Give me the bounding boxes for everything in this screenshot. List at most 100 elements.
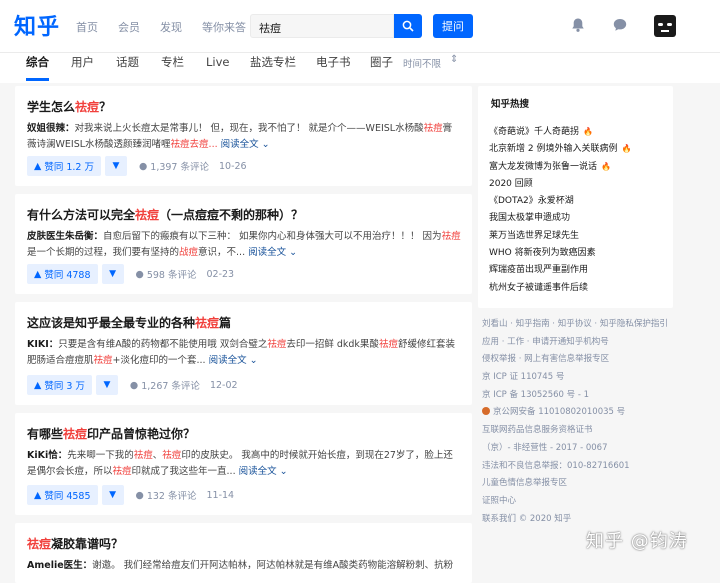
footer-links[interactable]: 刘看山 · 知乎指南 · 知乎协议 · 知乎隐私保护指引 — [482, 317, 682, 335]
read-more-link[interactable]: 阅读全文 ⌄ — [239, 466, 288, 477]
result-date: 10-26 — [219, 160, 247, 172]
result-title[interactable]: 学生怎么祛痘？ — [27, 98, 111, 115]
result-title[interactable]: 有哪些祛痘印产品曾惊艳过你？ — [27, 425, 195, 442]
result-date: 12-02 — [209, 379, 238, 391]
hot-search-item[interactable]: 富大龙发微博为张鲁一说话 🔥 — [489, 159, 631, 176]
read-more-link[interactable]: 阅读全文 ⌄ — [209, 355, 258, 366]
nav-home[interactable]: 首页 — [76, 19, 98, 35]
result-excerpt[interactable]: 皮肤医生朱岳衡：自愈后留下的瘢痕有以下三种： 如果你内心和身体强大可以不用治疗！… — [27, 229, 461, 260]
tab-live[interactable]: Live — [206, 53, 229, 83]
nav-vip[interactable]: 会员 — [118, 19, 140, 35]
result-excerpt[interactable]: KiKi恰：先来唧一下我的祛痘、祛痘印的皮肤史。 我高中的时候就开始长痘，到现在… — [27, 448, 461, 479]
hot-search-item[interactable]: 杭州女子被谴遥事件后续 — [489, 280, 631, 297]
zhihu-logo[interactable]: 知乎 — [14, 9, 60, 41]
read-more-link[interactable]: 阅读全文 ⌄ — [221, 139, 270, 150]
updown-arrow-icon[interactable]: ⇕ — [450, 54, 458, 65]
fire-icon: 🔥 — [583, 127, 593, 136]
hot-search-item[interactable]: WHO 将新夜列为致癌因素 — [489, 245, 631, 262]
comment-bubble-icon: ● — [135, 268, 144, 280]
comments-button[interactable]: ● 598 条评论 — [135, 267, 197, 282]
tab-users[interactable]: 用户 — [71, 53, 94, 83]
comments-button[interactable]: ● 132 条评论 — [135, 488, 197, 503]
search-type-tabs: 综合 用户 话题 专栏 Live 盐选专栏 电子书 圈子 时间不限 ⇕ — [0, 52, 720, 83]
result-card: 学生怎么祛痘？ 奴姐很辣：对我来说上火长痘太是常事儿！ 但，现在，我不怕了！ 就… — [15, 86, 472, 186]
tab-columns[interactable]: 专栏 — [161, 53, 184, 83]
hot-search-item[interactable]: 辉瑞疫苗出现严重副作用 — [489, 262, 631, 279]
watermark: 知乎 @钧涛 — [586, 531, 688, 552]
fire-icon: 🔥 — [601, 161, 611, 171]
footer-links[interactable]: 证照中心 — [482, 494, 682, 512]
search-icon — [402, 20, 414, 32]
footer-links[interactable]: 儿童色情信息举报专区 — [482, 476, 682, 494]
comments-button[interactable]: ● 1,397 条评论 — [138, 159, 209, 174]
result-card: 有哪些祛痘印产品曾惊艳过你？ KiKi恰：先来唧一下我的祛痘、祛痘印的皮肤史。 … — [15, 413, 472, 515]
ask-question-button[interactable]: 提问 — [433, 14, 473, 38]
footer-links[interactable]: 互联网药品信息服务资格证书 — [482, 423, 682, 441]
footer-text: 违法和不良信息举报：010-82716601 — [482, 460, 630, 471]
comment-bubble-icon: ● — [135, 489, 144, 501]
footer-text: 京 ICP 证 110745 号 — [482, 372, 565, 383]
nav-discover[interactable]: 发现 — [160, 19, 182, 35]
result-card: 这应该是知乎最全最专业的各种祛痘篇 KIKI：只要是含有维A酸的药物都不能使用哦… — [15, 302, 472, 405]
main-nav: 首页 会员 发现 等你来答 — [76, 19, 246, 35]
footer-text: 京 ICP 备 13052560 号 - 1 — [482, 389, 590, 400]
police-badge-icon — [482, 407, 490, 416]
result-excerpt[interactable]: 奴姐很辣：对我来说上火长痘太是常事儿！ 但，现在，我不怕了！ 就是介个——WEI… — [27, 121, 461, 152]
hot-search-title: 知乎热搜 — [491, 99, 530, 110]
message-icon[interactable] — [612, 17, 628, 33]
avatar-eye-icon — [667, 23, 672, 26]
site-footer: 刘看山 · 知乎指南 · 知乎协议 · 知乎隐私保护指引 应用 · 工作 · 申… — [482, 317, 682, 529]
comments-button[interactable]: ● 1,267 条评论 — [129, 378, 200, 393]
read-more-link[interactable]: 阅读全文 ⌄ — [248, 247, 297, 258]
result-excerpt[interactable]: Amelie医生：谢邀。 我们经常给痘友们开阿达帕林，阿达帕林就是有维A酸类药物… — [27, 558, 461, 574]
upvote-button[interactable]: ▲ 赞同 4788 — [27, 264, 98, 284]
result-actions: ▲ 赞同 4585 ▼ ● 132 条评论 11-14 — [27, 485, 234, 505]
comment-bubble-icon: ● — [138, 160, 148, 172]
hot-search-item[interactable]: 2020 回顾 — [489, 176, 631, 193]
result-title[interactable]: 祛痘凝胶靠谱吗？ — [27, 535, 123, 552]
result-card: 祛痘凝胶靠谱吗？ Amelie医生：谢邀。 我们经常给痘友们开阿达帕林，阿达帕林… — [15, 523, 472, 583]
footer-text: 京公网安备 11010802010035 号 — [482, 405, 682, 423]
result-card: 有什么方法可以完全祛痘（一点痘痘不剩的那种）？ 皮肤医生朱岳衡：自愈后留下的瘢痕… — [15, 194, 472, 294]
nav-waiting-answers[interactable]: 等你来答 — [202, 19, 246, 35]
avatar[interactable] — [654, 15, 676, 37]
result-actions: ▲ 赞同 3 万 ▼ ● 1,267 条评论 12-02 — [27, 375, 238, 395]
hot-search-panel: 知乎热搜 《奇葩说》千人奇葩拐 🔥 北京新增 2 例境外输入关联病例 🔥 富大龙发微… — [478, 86, 673, 308]
hot-search-item[interactable]: 北京新增 2 例境外输入关联病例 🔥 — [489, 141, 631, 158]
result-title[interactable]: 有什么方法可以完全祛痘（一点痘痘不剩的那种）？ — [27, 206, 303, 223]
footer-links[interactable]: 侵权举报 · 网上有害信息举报专区 — [482, 352, 682, 370]
comment-bubble-icon: ● — [129, 379, 139, 391]
hot-search-list: 《奇葩说》千人奇葩拐 🔥 北京新增 2 例境外输入关联病例 🔥 富大龙发微博为张鲁一… — [489, 124, 631, 297]
hot-search-item[interactable]: 莱万当选世界足球先生 — [489, 228, 631, 245]
downvote-button[interactable]: ▼ — [101, 264, 124, 284]
tab-salt-columns[interactable]: 盐选专栏 — [250, 53, 296, 83]
downvote-button[interactable]: ▼ — [104, 156, 127, 176]
result-excerpt[interactable]: KIKI：只要是含有维A酸的药物都不能使用哦 双剑合璧之祛痘去印一招鲜 dkdk… — [27, 337, 461, 368]
tab-circles[interactable]: 圈子 — [370, 53, 393, 83]
downvote-button[interactable]: ▼ — [95, 375, 118, 395]
time-filter-select[interactable]: 时间不限 — [403, 56, 441, 70]
hot-search-item[interactable]: 《DOTA2》永爱杯湖 — [489, 193, 631, 210]
tab-topics[interactable]: 话题 — [116, 53, 139, 83]
upvote-button[interactable]: ▲ 赞同 3 万 — [27, 375, 92, 395]
result-date: 11-14 — [206, 489, 235, 501]
result-actions: ▲ 赞同 4788 ▼ ● 598 条评论 02-23 — [27, 264, 234, 284]
bell-icon[interactable] — [570, 17, 586, 33]
footer-links[interactable]: 应用 · 工作 · 申请开通知乎机构号 — [482, 335, 682, 353]
result-date: 02-23 — [206, 268, 235, 280]
search-input[interactable]: 祛痘 — [250, 14, 394, 38]
hot-search-item[interactable]: 我国太极掌申遗成功 — [489, 210, 631, 227]
hot-search-item[interactable]: 《奇葩说》千人奇葩拐 🔥 — [489, 124, 631, 141]
search-button[interactable] — [394, 14, 422, 38]
result-title[interactable]: 这应该是知乎最全最专业的各种祛痘篇 — [27, 314, 231, 331]
result-actions: ▲ 赞同 1.2 万 ▼ ● 1,397 条评论 10-26 — [27, 156, 247, 176]
avatar-mouth-icon — [661, 30, 669, 32]
downvote-button[interactable]: ▼ — [101, 485, 124, 505]
avatar-eye-icon — [658, 23, 663, 26]
upvote-button[interactable]: ▲ 赞同 1.2 万 — [27, 156, 101, 176]
fire-icon: 🔥 — [621, 144, 632, 154]
upvote-button[interactable]: ▲ 赞同 4585 — [27, 485, 98, 505]
tab-ebooks[interactable]: 电子书 — [316, 53, 351, 83]
tab-general[interactable]: 综合 — [26, 53, 49, 83]
top-bar: 知乎 首页 会员 发现 等你来答 祛痘 提问 — [0, 0, 720, 52]
